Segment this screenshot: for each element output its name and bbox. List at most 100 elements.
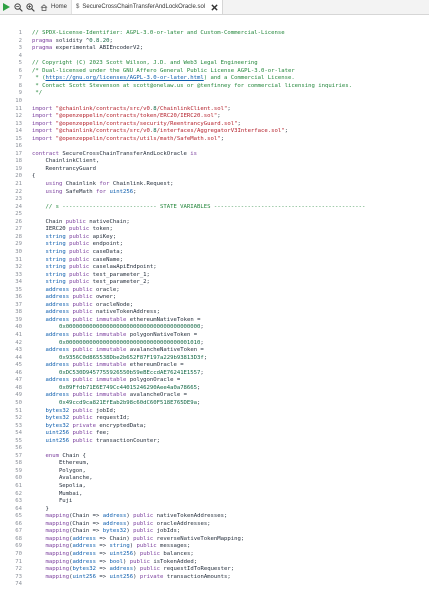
line-number: 45: [15, 362, 22, 369]
line-number: 52: [15, 415, 22, 422]
code-line[interactable]: mapping(bytes32 => address) public reque…: [32, 566, 234, 574]
code-line[interactable]: Ethereum,: [32, 460, 89, 468]
code-line[interactable]: /* Dual-licensed under the GNU Affero Ge…: [32, 68, 295, 76]
line-number: 53: [15, 422, 22, 429]
code-line[interactable]: mapping(Chain => bytes32) public jobIds;: [32, 528, 180, 536]
code-line[interactable]: import "@chainlink/contracts/src/v0.8/in…: [32, 128, 288, 136]
run-play-icon[interactable]: [0, 0, 12, 14]
code-line[interactable]: mapping(Chain => address) public nativeT…: [32, 513, 227, 521]
line-number: 32: [15, 264, 22, 271]
line-number: 37: [15, 301, 22, 308]
line-number: 24: [15, 203, 22, 210]
code-line[interactable]: import "@chainlink/contracts/src/v0.8/Ch…: [32, 106, 231, 114]
code-line[interactable]: Polygon,: [32, 468, 86, 476]
code-line[interactable]: 0x9356C0d865538Dbe2b652F87F197a229b93813…: [32, 355, 207, 363]
line-number: 3: [18, 45, 22, 52]
code-line[interactable]: address public owner;: [32, 294, 116, 302]
close-icon[interactable]: [211, 3, 218, 11]
code-line[interactable]: Avalanche,: [32, 475, 93, 483]
code-line[interactable]: pragma experimental ABIEncoderV2;: [32, 45, 143, 53]
code-line[interactable]: address public immutable ethereumOracle …: [32, 362, 183, 370]
code-line[interactable]: using Chainlink for Chainlink.Request;: [32, 181, 173, 189]
code-line[interactable]: string public apiKey;: [32, 234, 116, 242]
code-line[interactable]: * (https://gnu.org/licenses/AGPL-3.0-or-…: [32, 75, 294, 83]
line-number: 27: [15, 226, 22, 233]
code-line[interactable]: address public immutable polygonOracle =: [32, 377, 180, 385]
code-line[interactable]: using SafeMath for uint256;: [32, 189, 136, 197]
code-line[interactable]: * Contact Scott Stevenson at scott@onela…: [32, 83, 352, 91]
code-line[interactable]: {: [32, 173, 35, 181]
code-line[interactable]: import "@openzeppelin/contracts/utils/ma…: [32, 136, 224, 144]
code-editor[interactable]: 1 // SPDX-License-Identifier: AGPL-3.0-or…: [0, 15, 429, 589]
zoom-out-icon[interactable]: [12, 0, 24, 14]
zoom-in-icon[interactable]: [24, 0, 36, 14]
code-line[interactable]: bytes32 private encryptedData;: [32, 423, 146, 431]
line-number: 68: [15, 535, 22, 542]
line-number: 33: [15, 271, 22, 278]
code-line[interactable]: bytes32 public jobId;: [32, 408, 116, 416]
line-number: 12: [15, 113, 22, 120]
code-line[interactable]: 0xDC530D9457755926550b59eBEccdAE76241E15…: [32, 370, 204, 378]
code-line[interactable]: 0x49ccd9ca821EfEab2b98c60dC60F518E765DE9…: [32, 400, 200, 408]
code-line[interactable]: }: [32, 506, 48, 514]
code-line[interactable]: Fuji: [32, 498, 72, 506]
code-line[interactable]: enum Chain {: [32, 453, 85, 461]
code-line[interactable]: string public test_parameter_2;: [32, 279, 149, 287]
code-line[interactable]: ReentrancyGuard: [32, 166, 96, 174]
code-line[interactable]: address public immutable polygonNativeTo…: [32, 332, 197, 340]
code-line[interactable]: mapping(uint256 => uint256) private tran…: [32, 574, 230, 582]
line-number: 48: [15, 384, 22, 391]
code-line[interactable]: address public immutable avalancheOracle…: [32, 392, 186, 400]
line-number: 73: [15, 573, 22, 580]
code-line[interactable]: string public test_parameter_1;: [32, 272, 149, 280]
line-number: 25: [15, 211, 22, 218]
code-line[interactable]: // SPDX-License-Identifier: AGPL-3.0-or-…: [32, 30, 285, 38]
line-number: 28: [15, 233, 22, 240]
code-line[interactable]: IERC20 public token;: [32, 226, 112, 234]
code-line[interactable]: 0x09Ffdb71E6E749Cc44015246290Aee4a0a7866…: [32, 385, 200, 393]
code-line[interactable]: address public oracle;: [32, 287, 119, 295]
code-line[interactable]: string public caselawApiEndpoint;: [32, 264, 156, 272]
code-line[interactable]: pragma solidity ^0.8.20;: [32, 38, 113, 46]
code-line[interactable]: string public caseName;: [32, 257, 123, 265]
code-line[interactable]: mapping(address => uint256) public balan…: [32, 551, 193, 559]
line-number: 29: [15, 241, 22, 248]
line-number: 31: [15, 256, 22, 263]
code-line[interactable]: mapping(address => Chain) public reverse…: [32, 536, 244, 544]
tab-file[interactable]: $ SecureCrossChainTransferAndLockOracle.…: [72, 0, 224, 14]
code-line[interactable]: // s ---------------------------- STATE …: [32, 204, 365, 212]
code-line[interactable]: // Copyright (C) 2023 Scott Wilson, J.D.…: [32, 60, 258, 68]
line-number: 18: [15, 158, 22, 165]
line-number: 1: [18, 30, 22, 36]
code-line[interactable]: string public caseData;: [32, 249, 123, 257]
tab-home-label: Home: [51, 4, 68, 10]
code-line[interactable]: 0x00000000000000000000000000000000000000…: [32, 324, 204, 332]
code-line[interactable]: address public immutable ethereumNativeT…: [32, 317, 200, 325]
line-number: 17: [15, 150, 22, 157]
tab-home[interactable]: Home: [36, 0, 73, 14]
code-line[interactable]: import "@openzeppelin/contracts/security…: [32, 121, 241, 129]
code-line[interactable]: mapping(address => bool) public isTokenA…: [32, 559, 197, 567]
code-line[interactable]: mapping(Chain => address) public oracleA…: [32, 521, 210, 529]
code-line[interactable]: bytes32 public requestId;: [32, 415, 129, 423]
code-line[interactable]: import "@openzeppelin/contracts/token/ER…: [32, 113, 221, 121]
code-line[interactable]: string public endpoint;: [32, 241, 123, 249]
code-line[interactable]: Sepolia,: [32, 483, 86, 491]
code-line[interactable]: Chain public nativeChain;: [32, 219, 129, 227]
code-line[interactable]: mapping(address => string) public messag…: [32, 543, 190, 551]
code-line[interactable]: */: [32, 90, 42, 98]
home-icon: [40, 3, 48, 11]
code-line[interactable]: address public oracleNode;: [32, 302, 133, 310]
code-line[interactable]: uint256 public fee;: [32, 430, 109, 438]
line-number: 16: [15, 143, 22, 150]
line-number: 10: [15, 97, 22, 104]
code-line[interactable]: contract SecureCrossChainTransferAndLock…: [32, 151, 197, 159]
line-number: 51: [15, 407, 22, 414]
code-line[interactable]: address public nativeTokenAddress;: [32, 309, 160, 317]
code-line[interactable]: 0x00000000000000000000000000000000000010…: [32, 340, 204, 348]
code-line[interactable]: uint256 public transactionCounter;: [32, 438, 160, 446]
code-line[interactable]: Mumbai,: [32, 491, 83, 499]
code-line[interactable]: address public immutable avalancheNative…: [32, 347, 203, 355]
line-number: 2: [18, 37, 22, 44]
code-line[interactable]: ChainlinkClient,: [32, 158, 99, 166]
